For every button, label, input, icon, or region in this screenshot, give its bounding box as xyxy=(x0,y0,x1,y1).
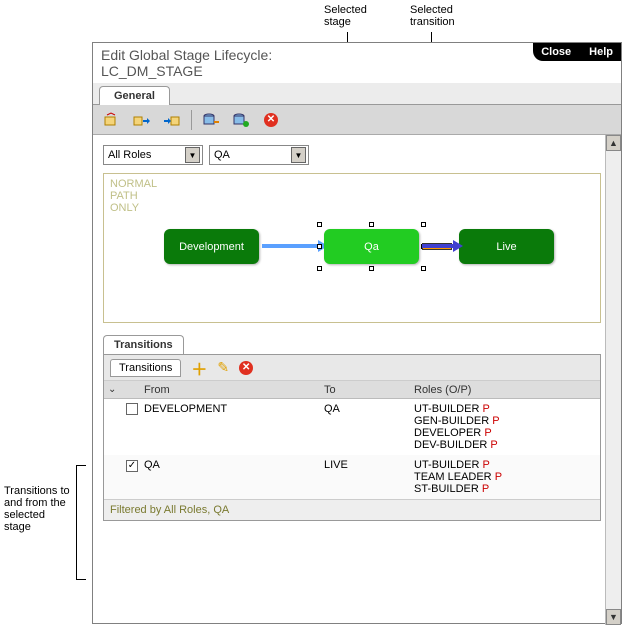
stage-dropdown-value: QA xyxy=(214,149,230,161)
delete-icon: ✕ xyxy=(264,113,278,127)
role-flag: P xyxy=(482,483,489,495)
tab-general[interactable]: General xyxy=(99,86,170,105)
stage-dropdown[interactable]: QA ▼ xyxy=(209,145,309,165)
app-window: Close Help Edit Global Stage Lifecycle: … xyxy=(92,42,622,624)
role-flag: P xyxy=(490,439,497,451)
role-flag: P xyxy=(482,459,489,471)
roles-dropdown-value: All Roles xyxy=(108,149,151,161)
header-from: From xyxy=(144,384,324,396)
filter-note: Filtered by All Roles, QA xyxy=(104,499,600,520)
delete-transition-button[interactable]: ✕ xyxy=(239,361,253,375)
scroll-down-icon[interactable]: ▼ xyxy=(606,609,621,625)
stage-qa[interactable]: Qa xyxy=(324,229,419,264)
header-to: To xyxy=(324,384,414,396)
cell-roles: UT-BUILDER PTEAM LEADER PST-BUILDER P xyxy=(414,459,600,495)
role-flag: P xyxy=(495,471,502,483)
row-checkbox[interactable] xyxy=(126,460,138,472)
transitions-panel: Transitions ＋ ✎ ✕ ⌄ From To Roles (O/P) … xyxy=(103,354,601,521)
toolbar-btn-2[interactable] xyxy=(131,109,153,131)
stage-live[interactable]: Live xyxy=(459,229,554,264)
tabbar: General xyxy=(93,83,621,105)
toolbar: ✕ xyxy=(93,105,621,135)
chevron-down-icon: ▼ xyxy=(185,147,200,163)
tab-transitions[interactable]: Transitions xyxy=(103,335,184,354)
stage-development[interactable]: Development xyxy=(164,229,259,264)
table-row[interactable]: DEVELOPMENTQAUT-BUILDER PGEN-BUILDER PDE… xyxy=(104,399,600,455)
callout-selected-stage: Selected stage xyxy=(324,4,367,28)
transition-qa-live-arrow xyxy=(422,244,454,248)
titlebar: Close Help Edit Global Stage Lifecycle: … xyxy=(93,43,621,83)
callout-bracket xyxy=(76,465,86,580)
scroll-up-icon[interactable]: ▲ xyxy=(606,135,621,151)
toolbar-btn-db2[interactable] xyxy=(230,109,252,131)
subtab-transitions[interactable]: Transitions xyxy=(110,359,181,377)
toolbar-btn-delete[interactable]: ✕ xyxy=(260,109,282,131)
cell-from: QA xyxy=(144,459,324,471)
roles-dropdown[interactable]: All Roles ▼ xyxy=(103,145,203,165)
filter-row: All Roles ▼ QA ▼ xyxy=(103,145,601,165)
transitions-toolbar: Transitions ＋ ✎ ✕ xyxy=(104,355,600,381)
role-entry: DEV-BUILDER P xyxy=(414,439,600,451)
role-entry: UT-BUILDER P xyxy=(414,459,600,471)
role-entry: UT-BUILDER P xyxy=(414,403,600,415)
cell-from: DEVELOPMENT xyxy=(144,403,324,415)
callout-left-note: Transitions to and from the selected sta… xyxy=(4,485,74,533)
role-entry: GEN-BUILDER P xyxy=(414,415,600,427)
toolbar-btn-db1[interactable] xyxy=(200,109,222,131)
transition-dev-qa[interactable] xyxy=(262,244,320,248)
add-transition-button[interactable]: ＋ xyxy=(191,356,207,380)
transitions-rows: DEVELOPMENTQAUT-BUILDER PGEN-BUILDER PDE… xyxy=(104,399,600,499)
vertical-scrollbar[interactable]: ▲ ▼ xyxy=(605,135,621,625)
role-entry: DEVELOPER P xyxy=(414,427,600,439)
title-buttons: Close Help xyxy=(533,43,621,61)
lifecycle-canvas[interactable]: NORMAL PATH ONLY Development Qa Live xyxy=(103,173,601,323)
transitions-section: Transitions Transitions ＋ ✎ ✕ ⌄ From To … xyxy=(103,335,601,521)
role-entry: ST-BUILDER P xyxy=(414,483,600,495)
toolbar-btn-1[interactable] xyxy=(101,109,123,131)
expand-all-icon[interactable]: ⌄ xyxy=(104,384,126,395)
toolbar-separator xyxy=(191,110,192,130)
toolbar-btn-3[interactable] xyxy=(161,109,183,131)
edit-transition-button[interactable]: ✎ xyxy=(217,359,229,376)
role-flag: P xyxy=(484,427,491,439)
transitions-header: ⌄ From To Roles (O/P) xyxy=(104,381,600,399)
chevron-down-icon: ▼ xyxy=(291,147,306,163)
cell-to: QA xyxy=(324,403,414,415)
canvas-note: NORMAL PATH ONLY xyxy=(110,178,157,214)
header-roles: Roles (O/P) xyxy=(414,384,600,396)
row-checkbox[interactable] xyxy=(126,403,138,415)
role-entry: TEAM LEADER P xyxy=(414,471,600,483)
main-area: ▲ ▼ All Roles ▼ QA ▼ NORMAL PATH ONLY De… xyxy=(93,135,621,625)
cell-to: LIVE xyxy=(324,459,414,471)
close-button[interactable]: Close xyxy=(541,46,571,58)
callout-selected-transition: Selected transition xyxy=(410,4,455,28)
cell-roles: UT-BUILDER PGEN-BUILDER PDEVELOPER PDEV-… xyxy=(414,403,600,451)
role-flag: P xyxy=(492,415,499,427)
table-row[interactable]: QALIVEUT-BUILDER PTEAM LEADER PST-BUILDE… xyxy=(104,455,600,499)
role-flag: P xyxy=(482,403,489,415)
help-button[interactable]: Help xyxy=(589,46,613,58)
